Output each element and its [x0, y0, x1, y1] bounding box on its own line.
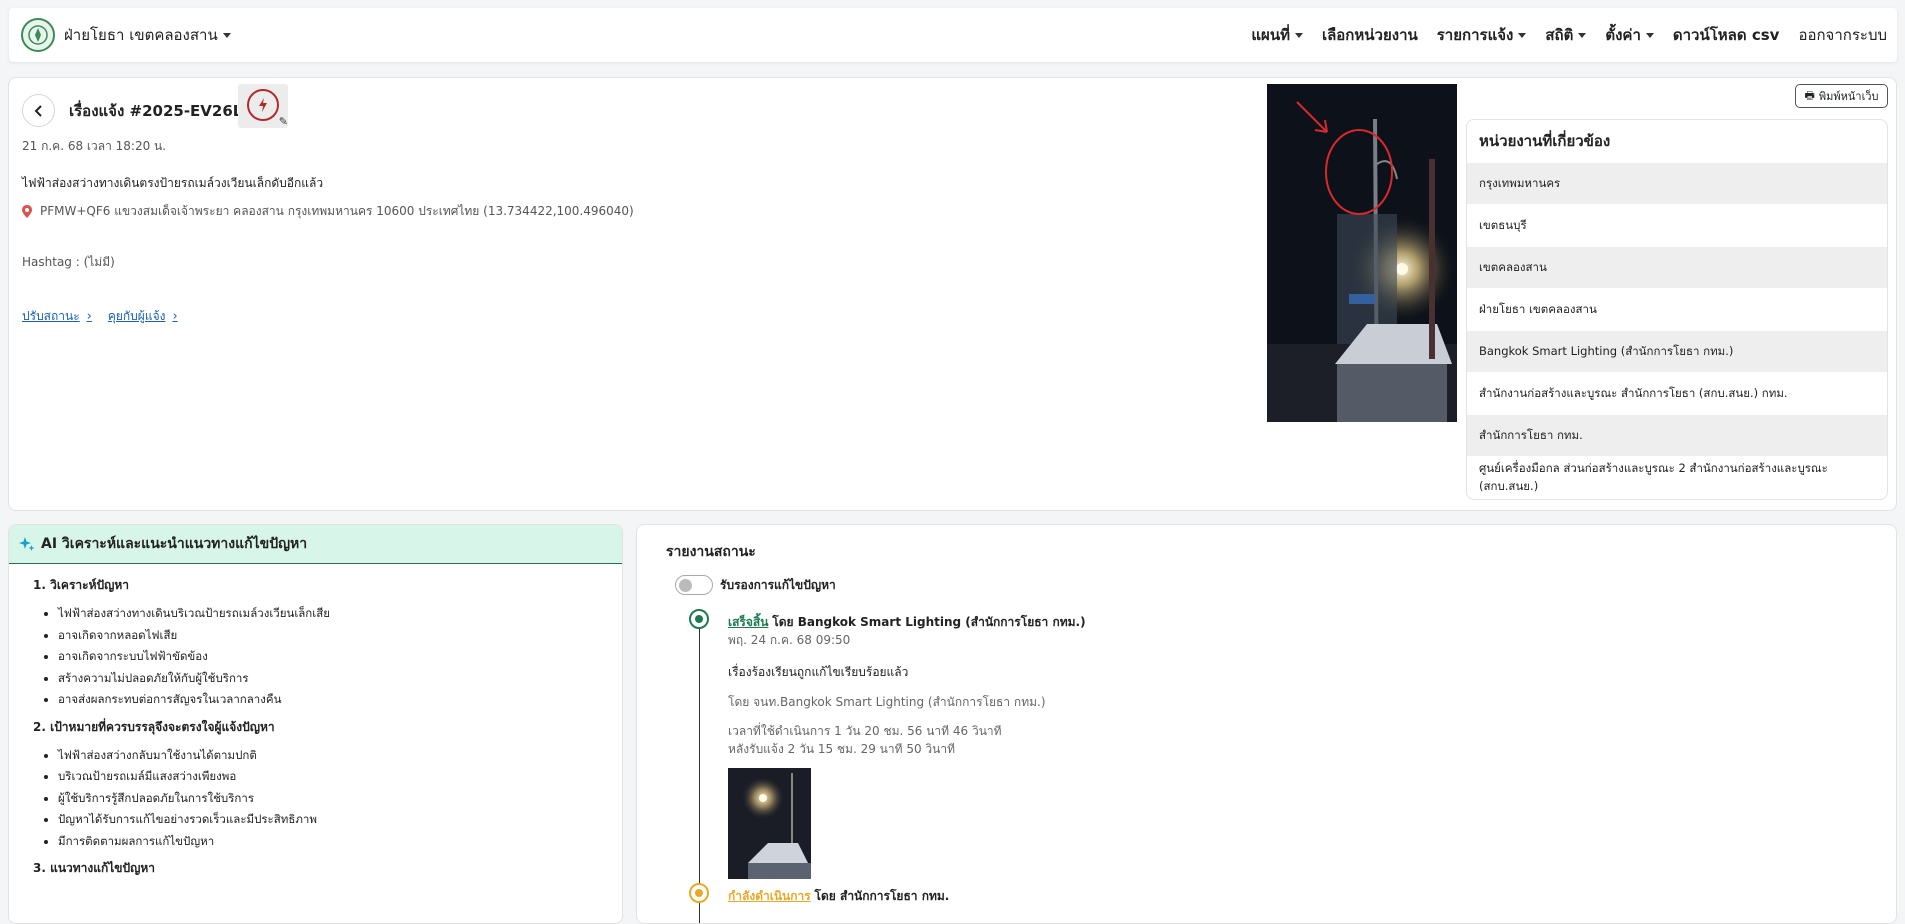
map-pin-icon — [22, 205, 32, 218]
chevron-down-icon — [1294, 33, 1303, 38]
list-item: ผู้ใช้บริการรู้สึกปลอดภัยในการใช้บริการ — [58, 788, 622, 810]
agency-item: กรุงเทพมหานคร — [1467, 162, 1887, 204]
status-done-label: เสร็จสิ้น — [728, 615, 769, 629]
chevron-right-icon: › — [172, 309, 178, 324]
timeline-line — [699, 620, 700, 923]
ticket-location: PFMW+QF6 แขวงสมเด็จเจ้าพระยา คลองสาน กรุ… — [22, 202, 634, 221]
nav-menu: แผนที่ เลือกหน่วยงาน รายการแจ้ง สถิติ ตั… — [1232, 8, 1887, 62]
agency-item: ศูนย์เครื่องมือกล ส่วนก่อสร้างและบูรณะ 2… — [1467, 456, 1887, 498]
list-item: ไฟฟ้าส่องสว่างกลับมาใช้งานได้ตามปกติ — [58, 745, 622, 767]
timeline-entry-duration: เวลาที่ใช้ดำเนินการ 1 วัน 20 ชม. 56 นาที… — [728, 724, 1002, 738]
check-circle-icon — [689, 609, 709, 629]
chevron-down-icon — [1578, 33, 1587, 38]
timeline-entry-after-report: หลังรับแจ้ง 2 วัน 15 ชม. 29 นาที 50 วินา… — [728, 742, 956, 756]
ai-section-list: ไฟฟ้าส่องสว่างกลับมาใช้งานได้ตามปกติ บริ… — [58, 745, 622, 853]
ticket-title: เรื่องแจ้ง #2025-EV26LT — [69, 102, 251, 120]
nav-map[interactable]: แผนที่ — [1251, 23, 1303, 47]
agency-item: Bangkok Smart Lighting (สำนักการโยธา กทม… — [1467, 330, 1887, 372]
action-links: ปรับสถานะ › คุยกับผู้แจ้ง › — [22, 307, 194, 326]
edit-icon: ✎ — [278, 115, 288, 128]
update-status-link[interactable]: ปรับสถานะ › — [22, 307, 92, 326]
timeline-entry-header: กำลังดำเนินการ โดย สำนักการโยธา กทม. — [728, 887, 949, 906]
nav-settings[interactable]: ตั้งค่า — [1605, 23, 1654, 47]
chevron-right-icon: › — [86, 309, 92, 324]
printer-icon: 🖶 — [1804, 88, 1815, 102]
location-text: PFMW+QF6 แขวงสมเด็จเจ้าพระยา คลองสาน กรุ… — [40, 204, 634, 218]
nav-statistics[interactable]: สถิติ — [1545, 23, 1587, 47]
timeline-entry-header: เสร็จสิ้น โดย Bangkok Smart Lighting (สำ… — [728, 613, 1086, 632]
lightning-icon — [247, 89, 279, 121]
chevron-down-icon — [1518, 33, 1527, 38]
print-button[interactable]: 🖶 พิมพ์หน้าเว็บ — [1795, 84, 1888, 108]
list-item: อาจเกิดจากหลอดไฟเสีย — [58, 625, 622, 647]
brand-name: ฝ่ายโยธา เขตคลองสาน — [64, 26, 218, 44]
nav-download-csv[interactable]: ดาวน์โหลด csv — [1673, 23, 1780, 47]
agency-item: สำนักงานก่อสร้างและบูรณะ สำนักการโยธา (ส… — [1467, 372, 1887, 414]
approve-resolution-toggle[interactable] — [675, 575, 713, 595]
agency-item: เขตคลองสาน — [1467, 246, 1887, 288]
agency-item: เขตธนบุรี — [1467, 204, 1887, 246]
nav-logout[interactable]: ออกจากระบบ — [1798, 23, 1887, 47]
ticket-type-button[interactable]: ✎ — [238, 84, 288, 128]
timeline-entry-officer: โดย จนท.Bangkok Smart Lighting (สำนักการ… — [728, 695, 1046, 709]
chevron-down-icon — [222, 32, 231, 38]
brand-dropdown[interactable]: ฝ่ายโยธา เขตคลองสาน — [21, 18, 231, 52]
report-photo[interactable] — [1267, 84, 1457, 422]
list-item: มีการติดตามผลการแก้ไขปัญหา — [58, 831, 622, 853]
ai-section-title: 2. เป้าหมายที่ควรบรรลุจึงจะตรงใจผู้แจ้งป… — [33, 719, 275, 734]
agency-item: สำนักการโยธา กทม. — [1467, 414, 1887, 456]
bangkok-seal-icon — [21, 18, 55, 52]
ai-analysis-card: AI วิเคราะห์และแนะนำแนวทางแก้ไขปัญหา 1. … — [8, 524, 623, 924]
ai-analysis-body: 1. วิเคราะห์ปัญหา ไฟฟ้าส่องสว่างทางเดินบ… — [9, 564, 622, 879]
sparkle-icon — [19, 537, 35, 551]
ticket-description: ไฟฟ้าส่องสว่างทางเดินตรงป้ายรถเมล์วงเวีย… — [22, 176, 324, 190]
back-arrow-icon — [34, 104, 42, 117]
nav-select-agency[interactable]: เลือกหน่วยงาน — [1322, 23, 1418, 47]
nav-report-list[interactable]: รายการแจ้ง — [1437, 23, 1527, 47]
ticket-date: 21 ก.ค. 68 เวลา 18:20 น. — [22, 139, 167, 153]
list-item: อาจเกิดจากระบบไฟฟ้าขัดข้อง — [58, 646, 622, 668]
status-report-title: รายงานสถานะ — [666, 544, 756, 560]
list-item: ปัญหาได้รับการแก้ไขอย่างรวดเร็วและมีประส… — [58, 809, 622, 831]
list-item: อาจส่งผลกระทบต่อการสัญจรในเวลากลางคืน — [58, 689, 622, 711]
ai-section-title: 1. วิเคราะห์ปัญหา — [33, 578, 129, 592]
ticket-card: เรื่องแจ้ง #2025-EV26LT ✎ 21 ก.ค. 68 เวล… — [8, 77, 1897, 511]
list-item: ไฟฟ้าส่องสว่างทางเดินบริเวณป้ายรถเมล์วงเ… — [58, 603, 622, 625]
status-entry-by: โดย Bangkok Smart Lighting (สำนักการโยธา… — [772, 615, 1086, 629]
ai-section-title: 3. แนวทางแก้ไขปัญหา — [33, 861, 155, 875]
status-in-progress-label: กำลังดำเนินการ — [728, 889, 811, 903]
chat-reporter-link[interactable]: คุยกับผู้แจ้ง › — [108, 307, 178, 326]
timeline-entry-message: เรื่องร้องเรียนถูกแก้ไขเรียบร้อยแล้ว — [728, 665, 909, 679]
list-item: บริเวณป้ายรถเมล์มีแสงสว่างเพียงพอ — [58, 766, 622, 788]
chevron-down-icon — [1645, 33, 1654, 38]
approve-resolution-label: รับรองการแก้ไขปัญหา — [720, 577, 836, 592]
status-entry-by: โดย สำนักการโยธา กทม. — [814, 889, 950, 903]
hashtag-label: Hashtag : (ไม่มี) — [22, 255, 115, 269]
top-navbar: ฝ่ายโยธา เขตคลองสาน แผนที่ เลือกหน่วยงาน… — [9, 8, 1897, 62]
status-report-card: รายงานสถานะ รับรองการแก้ไขปัญหา เสร็จสิ้… — [636, 524, 1897, 924]
ai-analysis-header: AI วิเคราะห์และแนะนำแนวทางแก้ไขปัญหา — [9, 525, 622, 564]
agencies-title: หน่วยงานที่เกี่ยวข้อง — [1479, 132, 1611, 150]
related-agencies-panel: หน่วยงานที่เกี่ยวข้อง กรุงเทพมหานคร เขตธ… — [1466, 119, 1888, 500]
approve-toggle-row: รับรองการแก้ไขปัญหา — [675, 575, 836, 595]
timeline-photo[interactable] — [728, 768, 811, 879]
back-button[interactable] — [22, 94, 55, 127]
ai-section-list: ไฟฟ้าส่องสว่างทางเดินบริเวณป้ายรถเมล์วงเ… — [58, 603, 622, 711]
in-progress-circle-icon — [689, 883, 709, 903]
timeline-entry-date: พฤ. 24 ก.ค. 68 09:50 — [728, 633, 851, 647]
list-item: สร้างความไม่ปลอดภัยให้กับผู้ใช้บริการ — [58, 668, 622, 690]
agency-item: ฝ่ายโยธา เขตคลองสาน — [1467, 288, 1887, 330]
